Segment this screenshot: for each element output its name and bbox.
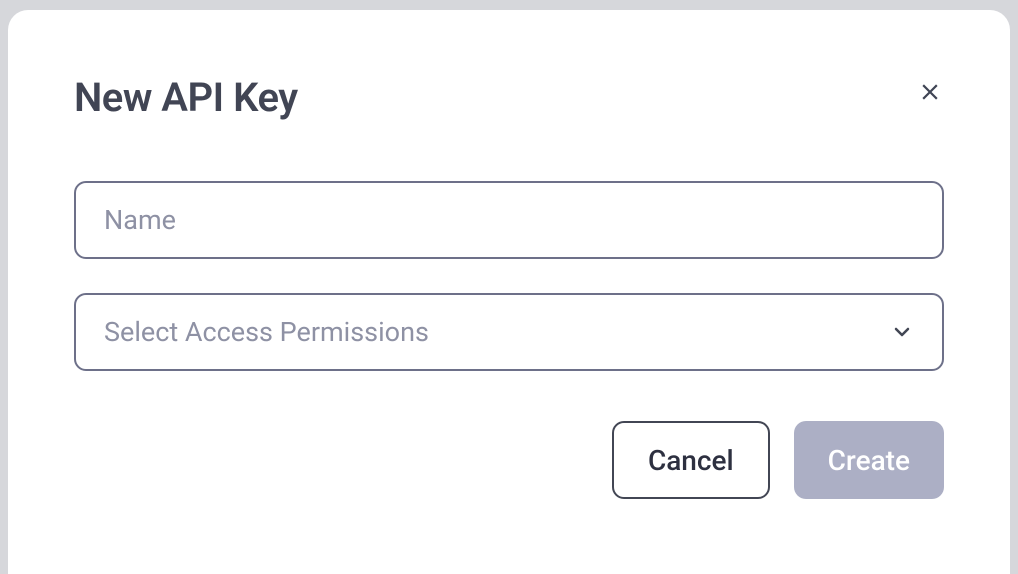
permissions-select-placeholder: Select Access Permissions bbox=[104, 316, 429, 348]
modal-header: New API Key bbox=[74, 74, 944, 121]
close-icon[interactable] bbox=[916, 78, 944, 106]
chevron-down-icon bbox=[890, 320, 914, 344]
modal-footer: Cancel Create bbox=[74, 421, 944, 499]
modal-body: Select Access Permissions bbox=[74, 181, 944, 371]
permissions-select[interactable]: Select Access Permissions bbox=[74, 293, 944, 371]
create-button[interactable]: Create bbox=[794, 421, 944, 499]
name-input[interactable] bbox=[74, 181, 944, 259]
new-api-key-modal: New API Key Select Access Permissions Ca… bbox=[8, 10, 1010, 574]
modal-title: New API Key bbox=[74, 74, 298, 121]
cancel-button[interactable]: Cancel bbox=[612, 421, 770, 499]
